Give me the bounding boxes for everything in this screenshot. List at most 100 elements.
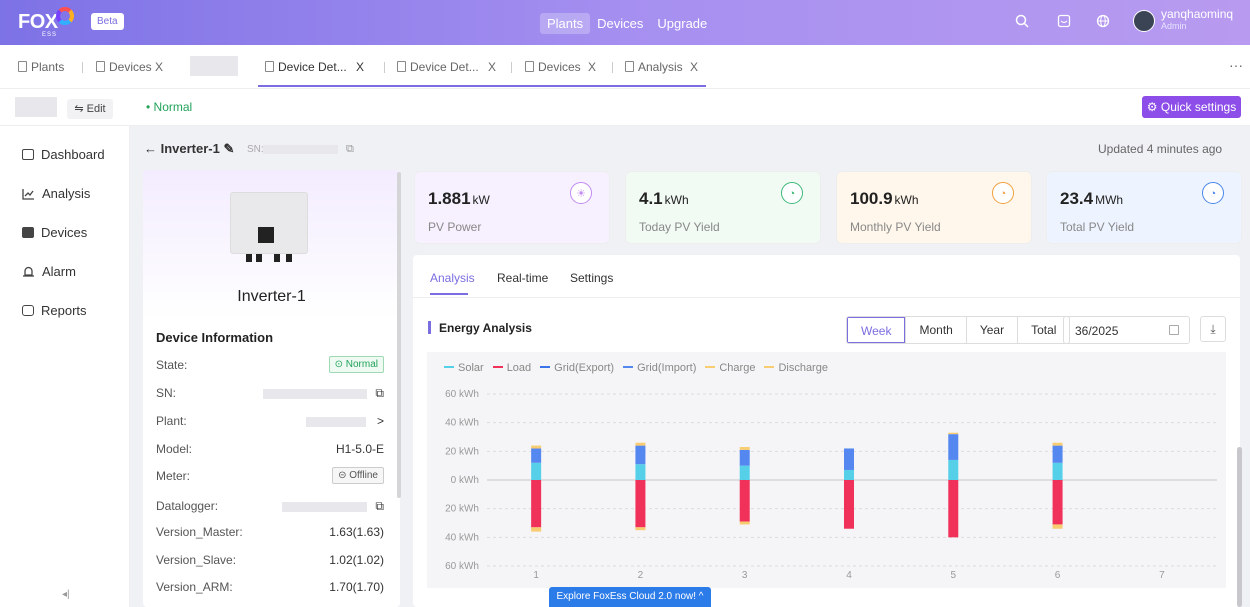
user-name[interactable]: yanqhaominq [1161,7,1233,21]
logo-text: FOX [18,11,58,33]
card-total-yield: 23.4 MWh Total PV Yield ◔ [1046,171,1242,244]
alarm-icon [23,266,34,277]
more-icon[interactable]: ··· [1229,57,1243,73]
copy-icon[interactable]: ⧉ [346,143,354,156]
edit-button[interactable]: ⇋ Edit [67,99,113,119]
close-icon[interactable]: X [488,60,496,74]
beta-badge: Beta [91,13,124,30]
legend-item-grid-export[interactable]: Grid(Export) [540,362,614,374]
close-icon[interactable]: X [356,60,364,74]
period-year[interactable]: Year [965,317,1017,343]
sidebar-item-dashboard[interactable]: Dashboard [22,147,105,162]
legend-item-grid-import[interactable]: Grid(Import) [623,362,696,374]
sub-bar: ⇋ Edit • Normal ⚙ Quick settings [0,89,1250,126]
close-icon[interactable]: X [155,60,163,74]
close-icon[interactable]: X [690,60,698,74]
tab-real-time[interactable]: Real-time [497,271,548,285]
tab-analysis-content[interactable]: Analysis [430,271,475,285]
document-icon [625,61,634,72]
bar-segment [948,459,959,480]
info-key: Plant: [156,414,187,428]
avatar[interactable] [1133,10,1155,32]
document-icon [265,61,274,72]
week-value: 36/2025 [1075,324,1119,338]
inverter-connectors [232,254,306,262]
bar-segment [844,480,854,529]
bar-segment [1052,524,1063,529]
info-key: Datalogger: [156,499,219,513]
tab-bar: Plants Devices X Device Det... X Device … [0,45,1250,89]
tab-device-detail-1[interactable]: Device Det... X [265,60,364,74]
tab-plants[interactable]: Plants [18,60,64,74]
bar-segment [948,432,959,435]
sidebar-item-reports[interactable]: Reports [22,303,87,318]
bar-segment [531,445,542,449]
redacted-tab[interactable] [190,56,238,76]
close-icon[interactable]: X [588,60,596,74]
card-today-yield: 4.1 kWh Today PV Yield ◔ [625,171,821,244]
sn-label: SN: [247,144,264,155]
card-value: 1.881 kW [428,189,490,208]
period-total[interactable]: Total [1017,317,1069,343]
legend-item-charge[interactable]: Charge [705,362,755,374]
sun-icon: ☀ [570,182,592,204]
search-icon[interactable] [1013,14,1031,32]
tab-device-detail-2[interactable]: Device Det... X [397,60,496,74]
fox-logo[interactable]: FOX ESS [18,11,58,38]
panel-scrollbar[interactable] [397,172,401,498]
sidebar-item-label: Alarm [42,264,76,279]
x-tick-label: 5 [951,570,957,580]
info-row-sn: SN: ⧉ [156,384,384,404]
legend-item-discharge[interactable]: Discharge [764,362,828,374]
chevron-right-icon[interactable]: > [377,414,384,428]
globe-icon[interactable] [1094,14,1112,32]
y-tick-label: 20 kWh [445,504,479,515]
explore-banner-button[interactable]: Explore FoxEss Cloud 2.0 now! ^ [549,587,711,607]
redacted-sn [263,145,338,154]
collapse-sidebar-icon[interactable]: ◂| [62,589,70,600]
week-picker[interactable]: 36/2025 [1063,316,1190,344]
tab-devices-2[interactable]: Devices X [525,60,596,74]
sidebar-item-analysis[interactable]: Analysis [22,186,90,201]
sidebar-item-alarm[interactable]: Alarm [22,264,76,279]
period-week[interactable]: Week [847,317,906,343]
info-value: 1.63(1.63) [329,525,384,539]
message-icon[interactable] [1055,14,1073,32]
sidebar-item-devices[interactable]: Devices [22,225,87,240]
y-tick-label: 60 kWh [445,561,479,572]
y-tick-label: 0 kWh [451,475,479,486]
legend-item-load[interactable]: Load [492,362,531,374]
legend-item-solar[interactable]: Solar [444,362,484,374]
nav-plants[interactable]: Plants [540,13,591,34]
tab-label: Analysis [638,60,683,74]
info-row-plant[interactable]: Plant: > [156,412,384,432]
page-scrollbar[interactable] [1237,447,1242,607]
card-label: Today PV Yield [639,220,720,234]
bar-segment [1052,480,1063,525]
device-info-panel: Inverter-1 Device Information State: ⊙ No… [143,170,400,607]
copy-icon[interactable]: ⧉ [375,386,384,401]
tab-analysis[interactable]: Analysis X [625,60,698,74]
tab-separator [511,62,512,73]
card-value: 23.4 MWh [1060,189,1124,208]
nav-devices[interactable]: Devices [590,13,650,34]
info-key: Version_Master: [156,525,243,539]
inverter-image [230,192,308,254]
x-tick-label: 3 [742,570,748,580]
device-title[interactable]: ← Inverter-1 ✎ [144,141,234,157]
info-value: H1-5.0-E [335,442,384,456]
quick-settings-button[interactable]: ⚙ Quick settings [1142,96,1241,118]
tab-separator [82,62,83,73]
period-month[interactable]: Month [905,317,965,343]
nav-upgrade[interactable]: Upgrade [650,13,714,34]
copy-icon[interactable]: ⧉ [375,499,384,514]
tab-devices[interactable]: Devices X [96,60,163,74]
download-icon[interactable]: ⤓ [1200,316,1226,342]
bar-segment [1052,442,1063,446]
bar-segment [531,462,542,480]
bar-segment [739,447,750,450]
chart-legend: Solar Load Grid(Export) Grid(Import) Cha… [444,362,828,374]
bar-segment [844,448,854,470]
tab-settings[interactable]: Settings [570,271,613,285]
inverter-screen [258,227,274,243]
